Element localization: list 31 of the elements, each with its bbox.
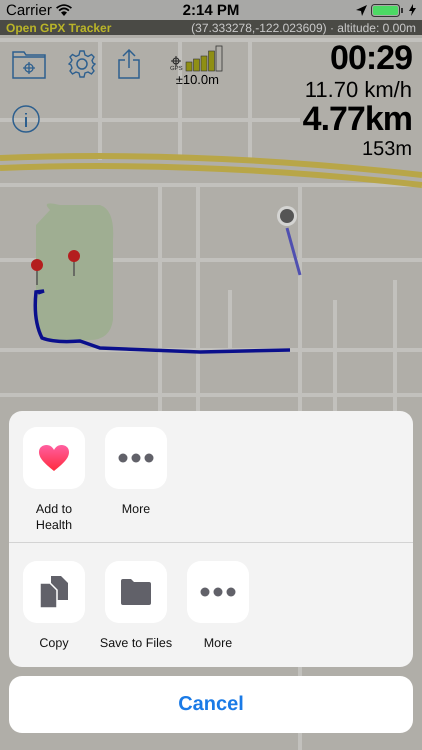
more-icon: [200, 586, 236, 596]
elapsed-time: 00:29: [330, 41, 412, 77]
crosshair-icon: [171, 56, 182, 66]
folder-icon: [120, 578, 152, 606]
share-action[interactable]: Add to Health: [16, 427, 92, 534]
coordinates-text: (37.333278,-122.023609) · altitude: 0.00m: [191, 20, 416, 34]
track-line: [286, 228, 302, 276]
heart-icon: [38, 444, 70, 472]
info-icon[interactable]: [12, 105, 40, 133]
share-icon[interactable]: [118, 49, 140, 79]
distance-value: 4.77km: [302, 102, 412, 138]
location-dot: [277, 206, 297, 226]
more-icon: [118, 453, 154, 463]
cancel-button[interactable]: Cancel: [9, 676, 413, 733]
speed-value: 11.70 km/h: [304, 76, 412, 102]
copy-icon: [39, 574, 69, 608]
location-arrow-icon: [356, 4, 367, 16]
signal-bars-icon: [184, 45, 225, 72]
pin-icon[interactable]: [31, 259, 43, 285]
pin-icon[interactable]: [68, 250, 80, 276]
app-title: Open GPX Tracker: [6, 20, 112, 34]
charging-bolt-icon: [408, 4, 416, 16]
battery-icon: [370, 4, 405, 16]
wifi-icon: [56, 4, 72, 16]
folder-target-icon[interactable]: [12, 49, 46, 79]
clock-time: 2:14 PM: [182, 2, 240, 18]
carrier-name: Carrier: [6, 2, 52, 18]
gps-accuracy: ±10.0m: [176, 72, 219, 87]
share-action[interactable]: More: [98, 427, 174, 534]
settings-icon[interactable]: [68, 50, 96, 78]
altitude-value: 153m: [362, 138, 412, 161]
